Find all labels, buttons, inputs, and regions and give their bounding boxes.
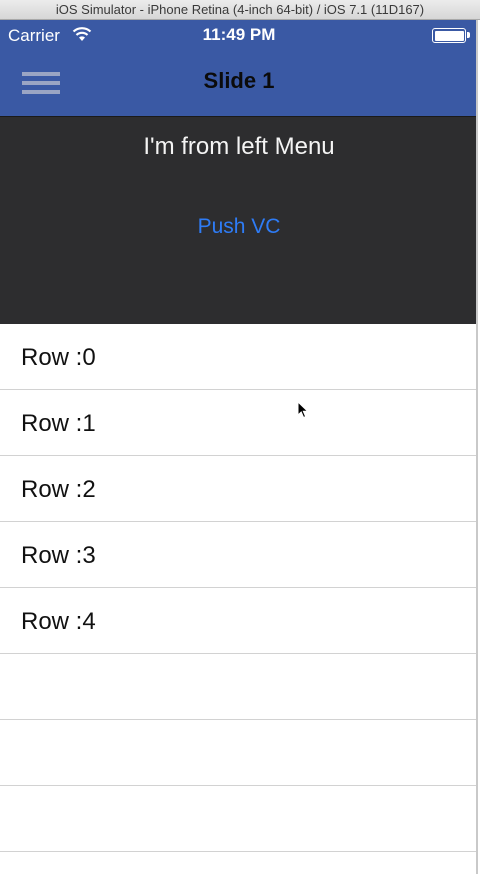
- battery-icon: [432, 28, 470, 43]
- table-row[interactable]: Row :2: [0, 456, 476, 522]
- table-row[interactable]: Row :3: [0, 522, 476, 588]
- table-row[interactable]: Row :1: [0, 390, 476, 456]
- table-header-panel: I'm from left Menu Push VC: [0, 116, 476, 324]
- row-label: Row :3: [21, 542, 96, 569]
- simulator-title: iOS Simulator - iPhone Retina (4-inch 64…: [55, 2, 425, 17]
- table-row[interactable]: [0, 654, 476, 720]
- push-vc-button[interactable]: Push VC: [0, 215, 476, 239]
- row-label: Row :4: [21, 608, 96, 635]
- header-label: I'm from left Menu: [143, 133, 335, 160]
- simulator-title-bar: iOS Simulator - iPhone Retina (4-inch 64…: [0, 0, 480, 20]
- table-row[interactable]: [0, 720, 476, 786]
- row-label: Row :1: [21, 410, 96, 437]
- device-screen: Carrier 11:49 PM Slide 1 I'm from left M…: [0, 20, 478, 874]
- table-view[interactable]: Row :0 Row :1 Row :2 Row :3 Row :4: [0, 324, 476, 852]
- navigation-bar: Carrier 11:49 PM Slide 1: [0, 20, 476, 116]
- table-row[interactable]: Row :0: [0, 324, 476, 390]
- status-time: 11:49 PM: [202, 25, 276, 44]
- row-label: Row :2: [21, 476, 96, 503]
- nav-title: Slide 1: [203, 68, 275, 93]
- table-row[interactable]: [0, 786, 476, 852]
- mouse-cursor-icon: [297, 401, 309, 419]
- status-bar: Carrier 11:49 PM: [0, 20, 476, 52]
- row-label: Row :0: [21, 344, 96, 371]
- table-row[interactable]: Row :4: [0, 588, 476, 654]
